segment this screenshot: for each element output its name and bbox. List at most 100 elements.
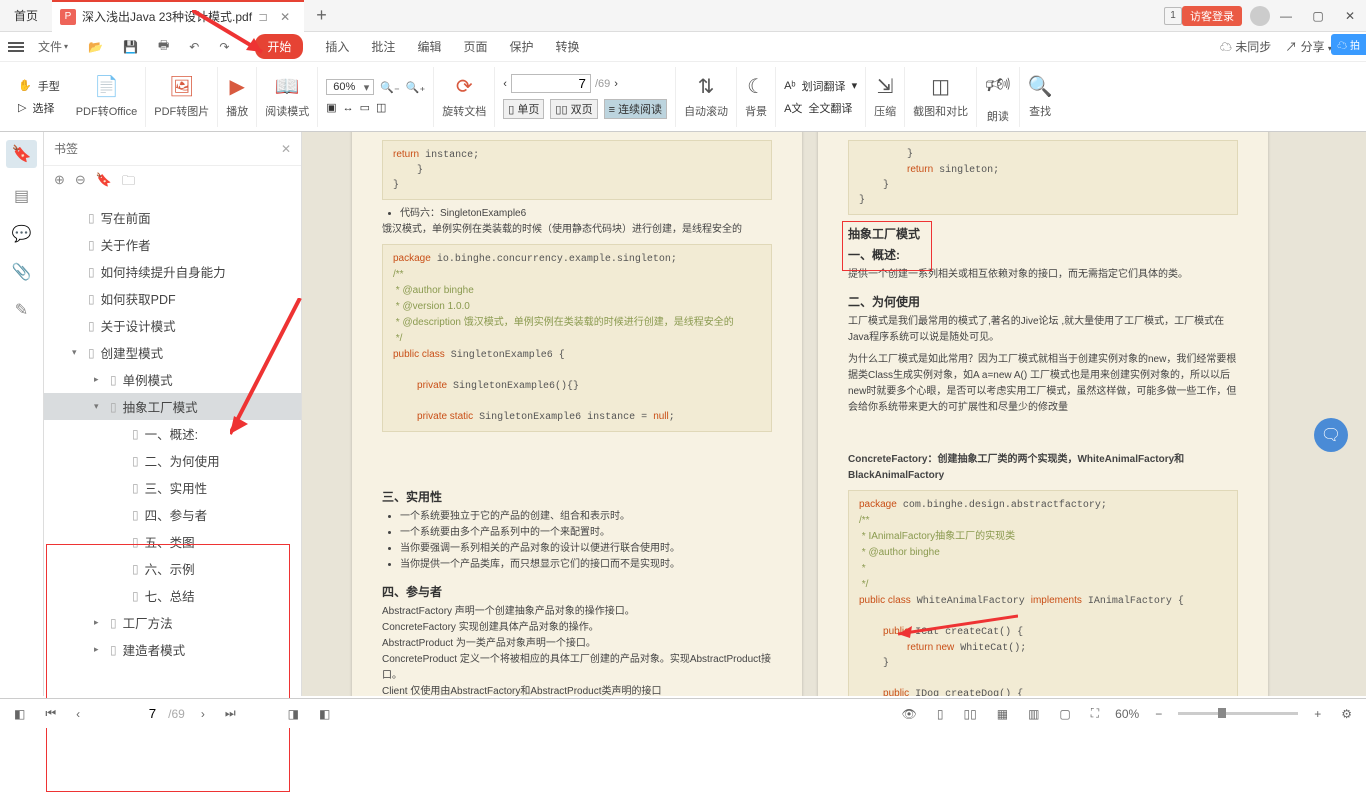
share-button[interactable]: ↗ 分享 ▾ (1285, 38, 1332, 55)
maximize-button[interactable]: ▢ (1302, 1, 1334, 31)
bookmark-item[interactable]: ▯七、总结 (44, 582, 301, 609)
file-menu[interactable]: 文件▾ (32, 38, 74, 55)
save-icon[interactable]: 💾 (117, 40, 144, 54)
pdf-to-office-icon[interactable]: 📄 (94, 74, 119, 99)
continuous-button[interactable]: ≡ 连续阅读 (604, 99, 667, 119)
translate-full[interactable]: A文 全文翻译 (784, 100, 852, 116)
settings-icon[interactable]: ⚙ (1337, 707, 1356, 721)
pdf-to-image-icon[interactable]: 🖼 (169, 74, 194, 99)
bookmark-panel-icon[interactable]: 🔖 (6, 140, 38, 168)
view-continuous-icon[interactable]: ▦ (993, 707, 1012, 721)
zoom-out-button[interactable]: − (1151, 707, 1166, 721)
menu-protect[interactable]: 保护 (509, 34, 533, 59)
compress-icon[interactable]: ⇲ (877, 74, 894, 99)
auto-scroll-icon[interactable]: ⇅ (698, 74, 715, 99)
bookmark-item[interactable]: ▯六、示例 (44, 555, 301, 582)
window-count-badge[interactable]: 1 (1164, 7, 1182, 25)
zoom-slider[interactable] (1178, 712, 1298, 715)
bookmark-item[interactable]: ▯写在前面 (44, 204, 301, 231)
find-icon[interactable]: 🔍 (1028, 74, 1053, 99)
comments-icon[interactable]: 💬 (12, 224, 32, 244)
bookmark-item[interactable]: ▯关于作者 (44, 231, 301, 258)
print-icon[interactable]: 🖶 (152, 36, 175, 57)
bookmark-item[interactable]: ▯五、类图 (44, 528, 301, 555)
bookmark-item[interactable]: ▾▯创建型模式 (44, 339, 301, 366)
undo-icon[interactable]: ↶ (183, 40, 205, 54)
read-aloud-icon[interactable]: 🕬 (985, 70, 1011, 104)
collapse-all-icon[interactable]: ⊖ (75, 172, 86, 194)
menu-insert[interactable]: 插入 (325, 34, 349, 59)
fit-visible-icon[interactable]: ◫ (376, 101, 386, 114)
double-page-button[interactable]: ▯▯ 双页 (550, 99, 597, 119)
floating-assist-button[interactable]: 🗨 (1314, 418, 1348, 452)
attachments-icon[interactable]: 📎 (12, 262, 32, 282)
menu-start[interactable]: 开始 (255, 34, 303, 59)
fullscreen-icon[interactable]: ⛶ (1087, 706, 1103, 721)
bookmark-item[interactable]: ▯一、概述: (44, 420, 301, 447)
background-icon[interactable]: ☾ (747, 74, 765, 99)
tab-pin-icon[interactable]: ⊐ (258, 10, 268, 24)
close-button[interactable]: ✕ (1334, 1, 1366, 31)
panel-toggle-icon[interactable]: ◧ (10, 707, 29, 721)
zoom-out-icon[interactable]: 🔍₋ (380, 81, 400, 94)
first-page-icon[interactable]: ‹ (503, 78, 507, 90)
minimize-button[interactable]: — (1270, 1, 1302, 31)
open-icon[interactable]: 📂 (82, 40, 109, 54)
play-icon[interactable]: ▶ (230, 74, 245, 99)
redo-icon[interactable]: ↷ (213, 40, 235, 54)
view-single-icon[interactable]: ▯ (933, 707, 948, 721)
bookmark-item[interactable]: ▯如何获取PDF (44, 285, 301, 312)
zoom-select[interactable]: 60% (326, 79, 374, 95)
prev-page-icon[interactable]: ‹ (72, 707, 84, 721)
sync-status[interactable]: ☁ 未同步 (1220, 38, 1271, 55)
bookmark-item[interactable]: ▸▯单例模式 (44, 366, 301, 393)
bookmark-item[interactable]: ▾▯抽象工厂模式 (44, 393, 301, 420)
avatar-icon[interactable] (1250, 6, 1270, 26)
sidebar-right-icon[interactable]: ◧ (315, 707, 334, 721)
fit-width-icon[interactable]: ↔ (343, 102, 354, 114)
page-input[interactable] (511, 74, 591, 93)
bookmark-item[interactable]: ▯二、为何使用 (44, 447, 301, 474)
login-button[interactable]: 访客登录 (1182, 6, 1242, 26)
fit-page-icon[interactable]: ▭ (360, 101, 370, 114)
read-mode-icon[interactable]: 📖 (275, 74, 300, 99)
compare-icon[interactable]: ◫ (931, 74, 950, 99)
menu-annotate[interactable]: 批注 (371, 34, 395, 59)
bookmark-add-icon[interactable]: 🔖 (96, 172, 112, 194)
bookmark-item[interactable]: ▯三、实用性 (44, 474, 301, 501)
translate-selection[interactable]: Aᵇ 划词翻译 ▾ (784, 78, 857, 94)
bookmark-item[interactable]: ▯如何持续提升自身能力 (44, 258, 301, 285)
expand-all-icon[interactable]: ⊕ (54, 172, 65, 194)
menu-edit[interactable]: 编辑 (417, 34, 441, 59)
bookmark-item[interactable]: ▯关于设计模式 (44, 312, 301, 339)
tab-add-button[interactable]: + (304, 5, 339, 26)
sidebar-close-icon[interactable]: ✕ (281, 142, 291, 156)
tab-home[interactable]: 首页 (0, 0, 52, 32)
thumbnails-icon[interactable]: ▤ (14, 186, 29, 206)
hamburger-icon[interactable] (8, 42, 24, 52)
bookmark-item[interactable]: ▸▯工厂方法 (44, 609, 301, 636)
hand-tool[interactable]: ✋ 手型 (18, 78, 60, 94)
tab-document[interactable]: P 深入浅出Java 23种设计模式.pdf ⊐ ✕ (52, 0, 304, 32)
menu-page[interactable]: 页面 (463, 34, 487, 59)
fit-actual-icon[interactable]: ▣ (326, 101, 336, 114)
bookmark-del-icon[interactable]: 🗀 (122, 172, 135, 194)
single-page-button[interactable]: ▯ 单页 (503, 99, 544, 119)
zoom-in-button[interactable]: + (1310, 707, 1325, 721)
next-page-icon[interactable]: › (614, 78, 618, 90)
cloud-sync-badge[interactable]: ☁ 拍 (1331, 34, 1366, 55)
signature-icon[interactable]: ✎ (15, 300, 28, 320)
document-viewport[interactable]: return instance; }} 代码六：SingletonExample… (302, 132, 1366, 696)
zoom-in-icon[interactable]: 🔍₊ (406, 81, 426, 94)
bookmark-item[interactable]: ▸▯建造者模式 (44, 636, 301, 663)
eye-icon[interactable]: 👁 (898, 707, 921, 721)
view-double-icon[interactable]: ▯▯ (960, 707, 981, 721)
bookmark-item[interactable]: ▯四、参与者 (44, 501, 301, 528)
select-tool[interactable]: ▷ 选择 (18, 100, 54, 116)
last-page-icon[interactable]: ⏭ (221, 706, 240, 721)
status-page-input[interactable] (96, 706, 156, 721)
tab-close-icon[interactable]: ✕ (274, 10, 296, 24)
first-page-icon[interactable]: ⏮ (41, 706, 60, 721)
rotate-icon[interactable]: ⟳ (456, 74, 473, 99)
sidebar-left-icon[interactable]: ◨ (284, 707, 303, 721)
